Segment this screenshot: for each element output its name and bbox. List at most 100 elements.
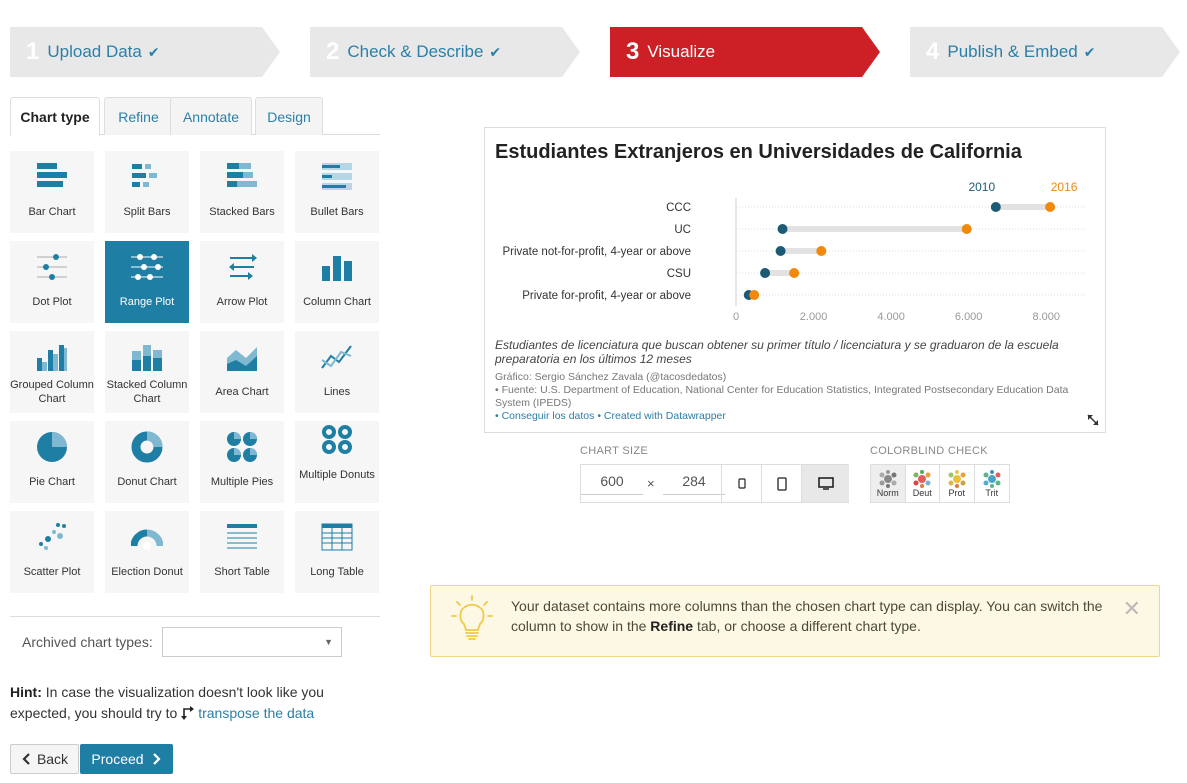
chart-type-split-bars[interactable]: Split Bars xyxy=(105,151,189,233)
chart-type-multiple-donuts[interactable]: Multiple Donuts xyxy=(295,421,379,503)
pie-chart-icon xyxy=(37,432,67,462)
chart-height-input[interactable]: 284 xyxy=(663,473,725,495)
chart-links[interactable]: • Conseguir los datos • Created with Dat… xyxy=(495,410,726,422)
category-label: Private not-for-profit, 4-year or above xyxy=(502,246,691,258)
area-chart-icon xyxy=(227,347,257,371)
chart-type-column-chart[interactable]: Column Chart xyxy=(295,241,379,323)
sidebar-tabs: Chart type Refine Annotate Design xyxy=(10,97,380,136)
chart-type-pie-chart[interactable]: Pie Chart xyxy=(10,421,94,503)
resize-icon[interactable] xyxy=(1087,414,1099,426)
divider xyxy=(10,616,380,617)
chart-type-multiple-pies[interactable]: Multiple Pies xyxy=(200,421,284,503)
chart-type-election-donut[interactable]: Election Donut xyxy=(105,511,189,593)
dot-2010 xyxy=(777,224,788,234)
chevron-down-icon: ▼ xyxy=(324,637,333,647)
multiple-pies-icon xyxy=(227,432,257,462)
colorblind-check-label: COLORBLIND CHECK xyxy=(870,445,988,457)
category-label: UC xyxy=(674,224,691,236)
legend-2010: 2010 xyxy=(968,180,995,194)
arrow-plot-icon xyxy=(229,254,257,280)
colorblind-norm-icon xyxy=(879,469,897,488)
transpose-data-link[interactable]: transpose the data xyxy=(198,705,314,721)
x-tick-label: 4.000 xyxy=(877,311,905,323)
chart-preview: Estudiantes Extranjeros en Universidades… xyxy=(484,127,1106,433)
lines-icon xyxy=(321,345,352,369)
close-icon[interactable]: ✕ xyxy=(1123,596,1141,622)
chart-type-lines[interactable]: Lines xyxy=(295,331,379,413)
chart-byline: Gráfico: Sergio Sánchez Zavala (@tacosde… xyxy=(495,371,1069,409)
step-label: Visualize xyxy=(647,42,716,61)
step-label: Upload Data xyxy=(47,42,142,61)
dot-2016 xyxy=(789,268,800,278)
chart-type-scatter-plot[interactable]: Scatter Plot xyxy=(10,511,94,593)
range-plot-icon xyxy=(131,254,163,280)
chart-width-input[interactable]: 600 xyxy=(581,473,643,495)
alert-message: Your dataset contains more columns than … xyxy=(511,598,1103,634)
tablet-size-button[interactable] xyxy=(761,465,801,502)
step-publish-embed[interactable]: 4 Publish & Embed ✔ xyxy=(910,27,1180,77)
dot-2016 xyxy=(961,224,972,234)
chart-type-short-table[interactable]: Short Table xyxy=(200,511,284,593)
colorblind-deut-icon xyxy=(913,469,931,488)
colorblind-check-controls: Norm Deut Prot Trit xyxy=(870,464,1010,503)
x-tick-label: 0 xyxy=(733,311,739,323)
chart-type-donut-chart[interactable]: Donut Chart xyxy=(105,421,189,503)
chart-type-bullet-bars[interactable]: Bullet Bars xyxy=(295,151,379,233)
colorblind-prot-button[interactable]: Prot xyxy=(940,465,975,502)
chart-type-dot-plot[interactable]: Dot Plot xyxy=(10,241,94,323)
chart-type-range-plot[interactable]: Range Plot xyxy=(105,241,189,323)
workflow-steps: 1 Upload Data ✔ 2 Check & Describe ✔ 3 V… xyxy=(10,27,1180,77)
tab-chart-type[interactable]: Chart type xyxy=(10,97,100,136)
colorblind-norm-button[interactable]: Norm xyxy=(871,465,906,502)
desktop-icon xyxy=(817,477,834,490)
tab-annotate[interactable]: Annotate xyxy=(170,97,252,135)
desktop-size-button[interactable] xyxy=(801,465,849,502)
dot-2010 xyxy=(990,202,1001,212)
mobile-size-button[interactable] xyxy=(721,465,761,502)
dot-2010 xyxy=(760,268,771,278)
dot-2016 xyxy=(1045,202,1056,212)
dot-plot-icon xyxy=(37,254,67,280)
transpose-icon xyxy=(181,706,195,720)
category-label: CCC xyxy=(666,202,691,214)
column-chart-icon xyxy=(322,256,352,281)
chart-type-stacked-column[interactable]: Stacked Column Chart xyxy=(105,331,189,413)
tablet-icon xyxy=(776,476,787,491)
step-visualize[interactable]: 3 Visualize xyxy=(610,27,880,77)
step-label: Publish & Embed xyxy=(947,42,1078,61)
chart-notes: Estudiantes de licenciatura que buscan o… xyxy=(495,338,1059,366)
proceed-button[interactable]: Proceed xyxy=(80,744,173,774)
colorblind-deut-button[interactable]: Deut xyxy=(906,465,940,502)
archived-chart-types-select[interactable]: ▼ xyxy=(162,627,342,657)
chevron-right-icon xyxy=(152,753,161,765)
step-upload-data[interactable]: 1 Upload Data ✔ xyxy=(10,27,280,77)
multiple-donuts-icon xyxy=(322,425,352,454)
election-donut-icon xyxy=(131,529,163,550)
dot-2016 xyxy=(816,246,827,256)
short-table-icon xyxy=(227,524,257,549)
step-label: Check & Describe xyxy=(347,42,484,61)
split-bars-icon xyxy=(132,164,157,187)
hint-text: Hint: In case the visualization doesn't … xyxy=(10,684,324,721)
x-tick-label: 2.000 xyxy=(800,311,828,323)
tab-design[interactable]: Design xyxy=(255,97,323,135)
stacked-bars-icon xyxy=(227,163,257,187)
chart-type-area-chart[interactable]: Area Chart xyxy=(200,331,284,413)
step-check-describe[interactable]: 2 Check & Describe ✔ xyxy=(310,27,580,77)
chart-size-label: CHART SIZE xyxy=(580,445,648,457)
colorblind-trit-button[interactable]: Trit xyxy=(975,465,1009,502)
chevron-left-icon xyxy=(22,753,30,765)
chart-type-grouped-column[interactable]: Grouped Column Chart xyxy=(10,331,94,413)
x-tick-label: 6.000 xyxy=(955,311,983,323)
long-table-icon xyxy=(321,523,353,551)
chart-type-long-table[interactable]: Long Table xyxy=(295,511,379,593)
back-button[interactable]: Back xyxy=(10,744,79,774)
range-plot-chart: CCC UC Private not-for-profit, 4-year or a… xyxy=(502,180,1085,323)
chart-type-stacked-bars[interactable]: Stacked Bars xyxy=(200,151,284,233)
x-tick-label: 8.000 xyxy=(1032,311,1060,323)
chart-type-arrow-plot[interactable]: Arrow Plot xyxy=(200,241,284,323)
tab-refine[interactable]: Refine xyxy=(104,97,173,135)
chart-type-bar-chart[interactable]: Bar Chart xyxy=(10,151,94,233)
lightbulb-icon xyxy=(451,595,493,640)
category-label: CSU xyxy=(667,268,691,280)
